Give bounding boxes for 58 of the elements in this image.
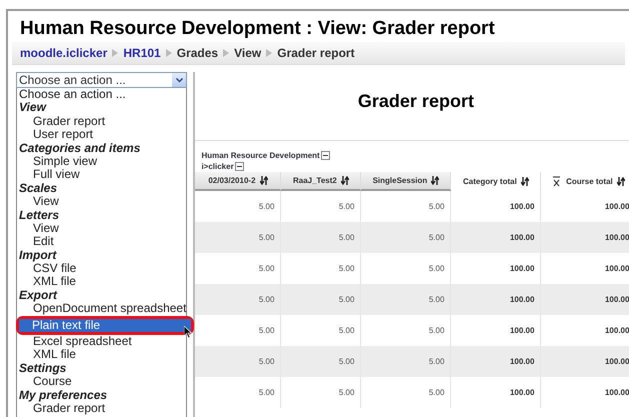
sort-icon[interactable] xyxy=(616,177,625,186)
table-cell: 5.00 xyxy=(361,377,452,408)
dropdown-option[interactable]: View xyxy=(17,195,186,209)
table-cell: 5.00 xyxy=(195,377,282,408)
collapse-button[interactable] xyxy=(234,162,244,171)
dropdown-option[interactable]: Grader report xyxy=(17,402,186,416)
breadcrumb-item: Grades xyxy=(176,45,218,62)
page-title: Human Resource Development : View: Grader report xyxy=(19,17,496,41)
option-group-label: Import xyxy=(18,248,58,262)
sort-icon[interactable] xyxy=(520,177,529,186)
option-group-label: Settings xyxy=(18,362,68,376)
separator-icon xyxy=(166,49,172,57)
category-header: Human Resource Development xyxy=(201,150,320,162)
dropdown-option[interactable]: Edit xyxy=(17,235,186,249)
action-select[interactable]: Choose an action ... xyxy=(16,72,188,88)
option-group-label: Export xyxy=(18,288,58,302)
dropdown-option[interactable]: Plain text file xyxy=(19,318,192,332)
chevron-down-icon xyxy=(176,78,183,82)
dropdown-option[interactable]: Choose an action ... xyxy=(17,88,186,102)
breadcrumb-link[interactable]: HR101 xyxy=(123,44,161,62)
dropdown-option[interactable]: Course xyxy=(17,375,186,389)
breadcrumb-link[interactable]: moodle.iclicker xyxy=(20,44,108,62)
minus-icon xyxy=(322,155,328,156)
dropdown-option[interactable]: Excel spreadsheet xyxy=(17,335,186,348)
dropdown-button[interactable] xyxy=(172,73,186,87)
breadcrumb-item: View xyxy=(234,45,262,62)
separator-icon xyxy=(223,49,230,57)
mean-icon xyxy=(552,176,562,187)
option-group-label: Categories and items xyxy=(18,142,142,155)
column-header[interactable]: 02/03/2010-2 xyxy=(195,172,282,191)
dropdown-option[interactable]: View xyxy=(17,222,186,236)
option-group-label: Letters xyxy=(18,208,60,222)
report-heading: Grader report xyxy=(356,90,475,113)
dropdown-option[interactable]: CSV file xyxy=(17,262,186,276)
sort-icon[interactable] xyxy=(260,176,268,185)
breadcrumb-item: Grader report xyxy=(277,45,355,62)
dropdown-option[interactable]: OpenDocument spreadsheet xyxy=(17,302,186,316)
column-header[interactable]: SingleSession xyxy=(361,172,452,191)
option-group-label: My preferences xyxy=(18,388,108,402)
option-group-label: Scales xyxy=(18,182,58,196)
separator-icon xyxy=(112,49,118,57)
table-cell: 100.00 xyxy=(541,377,629,408)
dropdown-option[interactable]: Grader report xyxy=(17,114,186,128)
dropdown-option[interactable]: Full view xyxy=(17,168,186,182)
table-cell: 100.00 xyxy=(451,377,542,408)
separator-icon xyxy=(266,49,272,57)
category-header: i>clicker xyxy=(201,160,234,172)
dropdown-option[interactable]: XML file xyxy=(17,275,186,289)
sort-icon[interactable] xyxy=(340,176,349,185)
dropdown-option[interactable]: Simple view xyxy=(17,154,186,168)
table-cell: 5.00 xyxy=(281,377,362,408)
sort-icon[interactable] xyxy=(431,176,440,185)
collapse-button[interactable] xyxy=(320,151,330,160)
dropdown-option[interactable]: XML file xyxy=(17,348,186,362)
option-group-label: View xyxy=(18,101,48,115)
minus-icon xyxy=(236,166,242,167)
column-header[interactable]: RaaJ_Test2 xyxy=(281,172,362,191)
dropdown-option[interactable]: User report xyxy=(17,128,186,142)
